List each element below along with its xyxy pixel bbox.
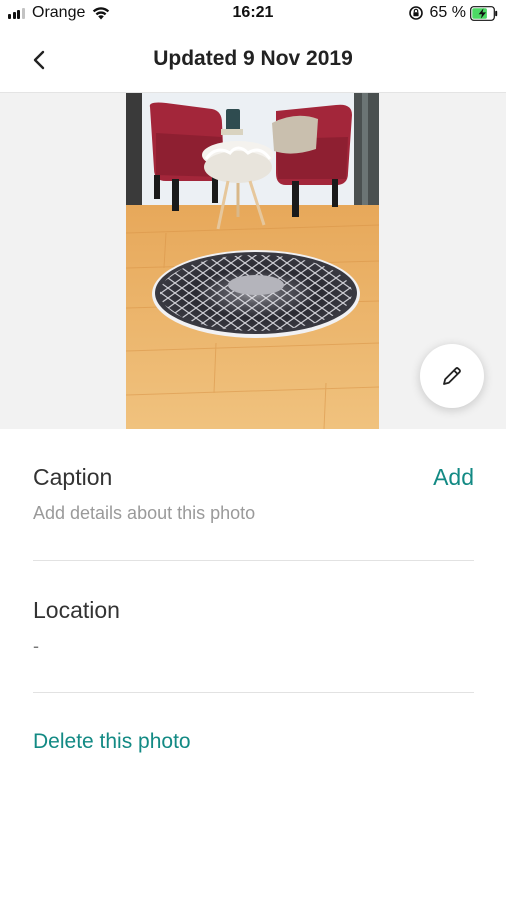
location-label: Location xyxy=(33,597,120,623)
edit-photo-button[interactable] xyxy=(420,344,484,408)
nav-bar: Updated 9 Nov 2019 xyxy=(0,28,506,93)
pencil-icon xyxy=(443,367,461,385)
add-caption-button[interactable]: Add xyxy=(433,464,474,491)
battery-charging-icon xyxy=(470,5,498,21)
location-section[interactable]: Location - xyxy=(33,597,474,657)
divider xyxy=(33,692,474,693)
location-value: - xyxy=(33,636,39,656)
divider xyxy=(33,560,474,561)
room-photo[interactable] xyxy=(126,93,379,429)
room-photo-image xyxy=(126,93,379,429)
caption-section: Caption Add Add details about this photo xyxy=(33,464,474,524)
caption-placeholder[interactable]: Add details about this photo xyxy=(33,503,474,524)
battery-percent: 65 % xyxy=(429,4,466,21)
page-title: Updated 9 Nov 2019 xyxy=(153,47,353,70)
status-right: 65 % xyxy=(408,4,498,22)
orientation-lock-icon xyxy=(408,6,423,20)
delete-photo-link[interactable]: Delete this photo xyxy=(33,730,191,754)
status-bar: Orange 16:21 65 % xyxy=(0,0,506,28)
caption-label: Caption xyxy=(33,464,113,490)
